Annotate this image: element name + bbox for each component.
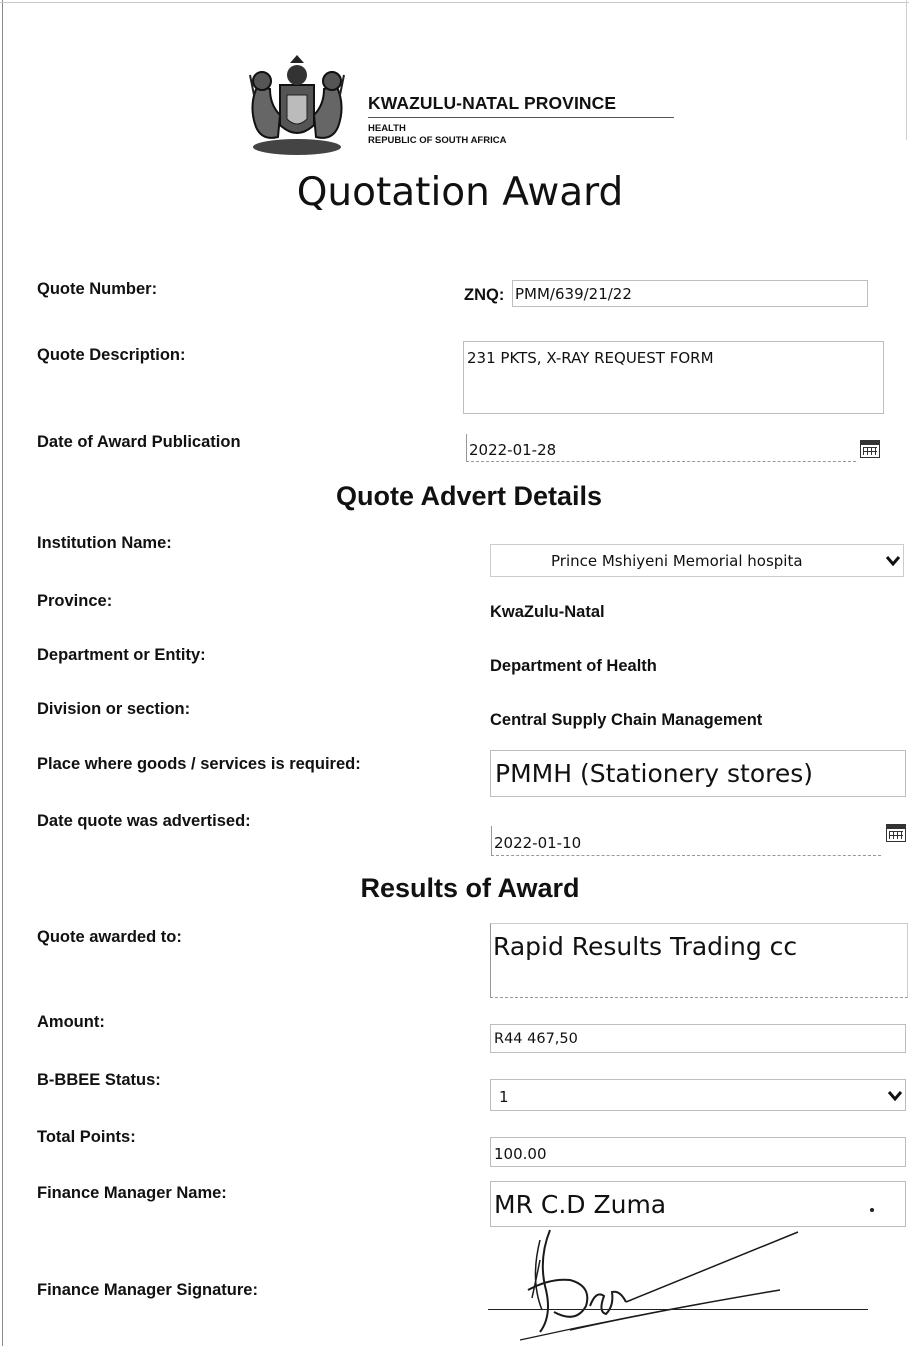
country-heading: REPUBLIC OF SOUTH AFRICA [368,135,507,146]
ink-dot [870,1208,874,1212]
department-heading: HEALTH [368,123,406,134]
amount-value: R44 467,50 [494,1031,578,1047]
advert-details-heading: Quote Advert Details [335,481,603,511]
coat-of-arms-logo [249,55,345,155]
award-publication-date-field[interactable]: 2022-01-28 [466,434,856,462]
award-publication-date-label: Date of Award Publication [37,433,241,451]
chevron-down-icon [887,1091,903,1102]
division-label: Division or section: [37,700,191,718]
department-value: Department of Health [490,657,657,675]
quote-description-field[interactable]: 231 PKTS, X-RAY REQUEST FORM [463,341,884,414]
calendar-icon[interactable] [886,824,906,842]
province-heading: KWAZULU-NATAL PROVINCE [368,93,617,113]
results-heading: Results of Award [360,873,580,903]
chevron-down-icon [885,556,901,567]
institution-name-label: Institution Name: [37,534,172,552]
page-border-right [906,0,907,140]
finance-manager-name-value: MR C.D Zuma [494,1190,667,1219]
place-required-value: PMMH (Stationery stores) [495,759,814,788]
place-required-label: Place where goods / services is required… [37,755,361,773]
handwritten-signature [519,1229,799,1341]
place-required-field[interactable]: PMMH (Stationery stores) [490,750,906,797]
institution-name-select[interactable]: Prince Mshiyeni Memorial hospita [490,544,904,577]
date-advertised-value: 2022-01-10 [494,834,582,852]
date-advertised-label: Date quote was advertised: [37,812,251,830]
institution-name-value: Prince Mshiyeni Memorial hospita [551,552,803,570]
awarded-to-label: Quote awarded to: [37,928,182,946]
amount-label: Amount: [37,1013,105,1031]
award-publication-date-value: 2022-01-28 [469,441,557,459]
quote-description-label: Quote Description: [37,346,186,364]
finance-manager-signature-label: Finance Manager Signature: [37,1281,258,1299]
page-border-top [0,2,909,3]
quote-number-label: Quote Number: [37,280,158,298]
awarded-to-field[interactable]: Rapid Results Trading cc [490,923,908,998]
quote-number-value: PMM/639/21/22 [515,285,632,303]
bbbee-status-value: 1 [499,1088,509,1106]
document-title: Quotation Award [296,170,624,215]
province-label: Province: [37,592,113,610]
quote-number-prefix: ZNQ: [464,286,505,304]
quote-description-value: 231 PKTS, X-RAY REQUEST FORM [467,349,714,367]
bbbee-status-select[interactable]: 1 [490,1079,906,1111]
department-label: Department or Entity: [37,646,206,664]
total-points-label: Total Points: [37,1128,136,1146]
awarded-to-value: Rapid Results Trading cc [493,932,798,961]
quote-number-field[interactable]: PMM/639/21/22 [512,280,868,307]
amount-field[interactable]: R44 467,50 [490,1024,906,1053]
finance-manager-name-label: Finance Manager Name: [37,1184,227,1202]
date-advertised-field[interactable]: 2022-01-10 [491,826,881,856]
province-value: KwaZulu-Natal [490,603,605,621]
calendar-icon[interactable] [860,440,880,458]
heading-divider [368,117,674,118]
signature-line [488,1309,868,1310]
bbbee-status-label: B-BBEE Status: [37,1071,161,1089]
total-points-field[interactable]: 100.00 [490,1137,906,1167]
total-points-value: 100.00 [494,1145,547,1163]
division-value: Central Supply Chain Management [490,711,763,729]
